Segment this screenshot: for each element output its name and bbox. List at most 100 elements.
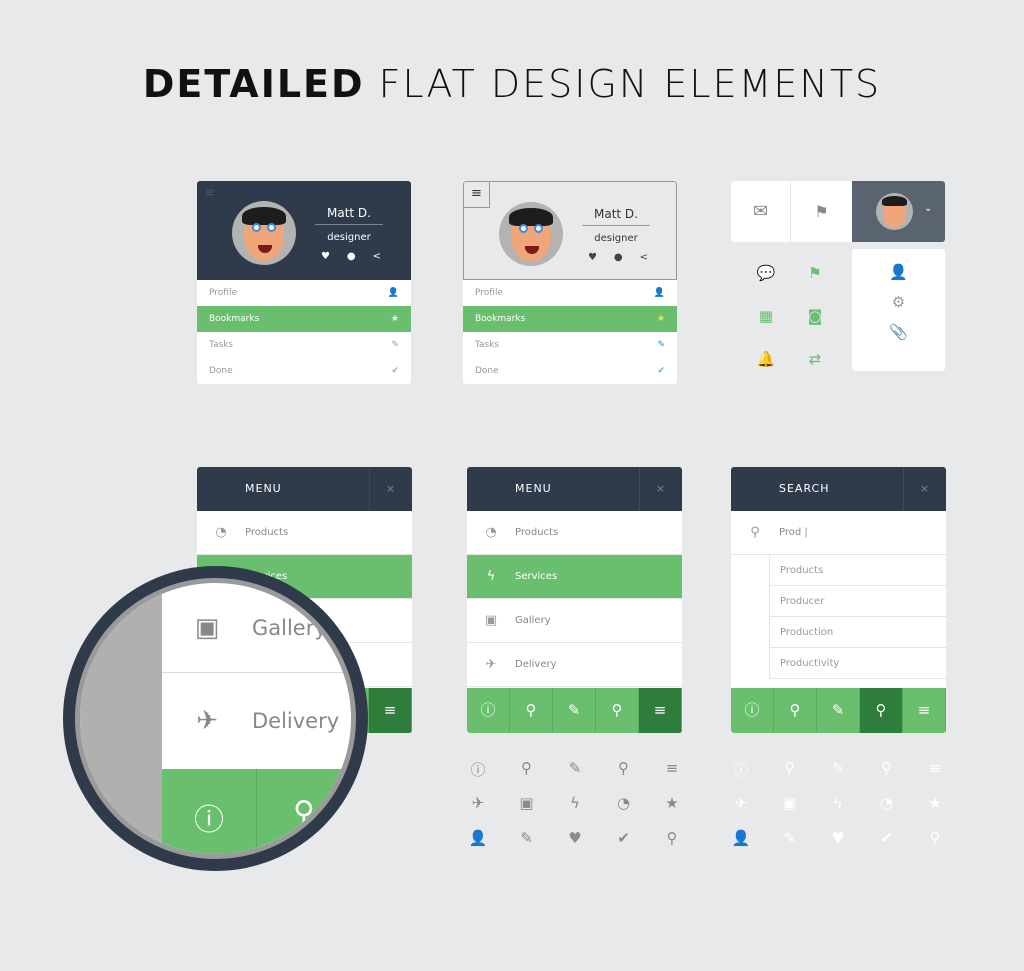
profile-role: designer [327, 232, 371, 243]
profile-name: Matt D. [315, 206, 383, 225]
pin-icon: ✎ [520, 829, 533, 847]
menu-item-icon: ◔ [485, 525, 497, 540]
menu-item-label: Delivery [515, 659, 557, 670]
user-icon: 👤 [731, 829, 751, 847]
pin-icon: ✎ [657, 340, 665, 350]
list-item-label: Bookmarks [209, 314, 260, 324]
image-icon: ▣ [782, 794, 797, 812]
search-input[interactable]: ⚲ Prod | [731, 511, 946, 555]
top-toolbar: ✉ ⚑ ⌄ [731, 181, 945, 242]
search-icon: ⚲ [881, 759, 892, 777]
menu-item-delivery[interactable]: ✈ Delivery [467, 643, 682, 687]
plane-icon: ✈ [471, 794, 485, 812]
star-icon: ★ [928, 794, 942, 812]
mail-icon[interactable]: ✉ [731, 181, 791, 242]
flag-icon[interactable]: ⚑ [791, 181, 852, 242]
search-suggestion[interactable]: Producer [769, 586, 946, 617]
menu-button[interactable]: ≡ [903, 688, 946, 733]
menu-item-icon: ▣ [484, 613, 498, 628]
flag-icon[interactable]: ⚑ [803, 264, 827, 282]
pin-icon: ✎ [783, 829, 796, 847]
menu-item-icon: ϟ [486, 569, 496, 584]
user-icon[interactable]: 👤 [852, 263, 945, 281]
menu-icon: ≡ [665, 759, 679, 777]
lightning-icon: ϟ [833, 794, 843, 812]
star-icon: ★ [656, 314, 665, 324]
comment-icon[interactable]: ● [347, 251, 356, 262]
info-icon: ⓘ [733, 761, 749, 779]
hamburger-icon[interactable]: ≡ [464, 182, 490, 208]
share-icon[interactable]: < [640, 252, 648, 263]
camera-icon[interactable]: ◙ [803, 307, 827, 325]
search-suggestion[interactable]: Production [769, 617, 946, 648]
list-item-tasks[interactable]: Tasks ✎ [197, 332, 411, 358]
chat-icon[interactable]: 💬 [754, 264, 778, 282]
list-item-done[interactable]: Done ✔ [197, 358, 411, 384]
swap-icon[interactable]: ⇄ [803, 350, 827, 368]
hamburger-icon[interactable]: ≡ [204, 185, 214, 199]
list-item-profile[interactable]: Profile 👤 [463, 280, 677, 306]
close-icon[interactable]: × [903, 467, 946, 511]
check-icon: ✔ [657, 366, 665, 376]
info-button[interactable]: ⓘ [731, 688, 774, 733]
pencil-button[interactable]: ✎ [553, 688, 596, 733]
comment-icon[interactable]: ● [614, 252, 623, 263]
paperclip-icon: ◔ [879, 794, 894, 812]
search-button[interactable]: ⚲ [596, 688, 639, 733]
star-icon: ★ [665, 794, 679, 812]
list-item-profile[interactable]: Profile 👤 [197, 280, 411, 306]
close-icon[interactable]: × [639, 467, 682, 511]
list-item-label: Done [475, 366, 499, 376]
list-item-label: Profile [209, 288, 237, 298]
info-button[interactable]: ⓘ [467, 688, 510, 733]
heart-icon[interactable]: ♥ [588, 252, 597, 263]
list-item-bookmarks[interactable]: Bookmarks ★ [463, 306, 677, 332]
location-pin-button[interactable]: ⚲ [510, 688, 553, 733]
profile-name: Matt D. [582, 207, 650, 226]
menu-item-gallery[interactable]: ▣ Gallery [467, 599, 682, 643]
paperclip-icon[interactable]: 📎 [852, 323, 945, 341]
star-icon: ★ [390, 314, 399, 324]
info-icon: ⓘ [162, 769, 257, 854]
search-suggestion[interactable]: Products [769, 555, 946, 586]
pencil-icon: ✎ [568, 759, 582, 777]
list-item-bookmarks[interactable]: Bookmarks ★ [197, 306, 411, 332]
bell-icon[interactable]: 🔔 [754, 350, 778, 368]
menu-item-products[interactable]: ◔ Products [467, 511, 682, 555]
gears-icon[interactable]: ⚙ [852, 293, 945, 311]
menu-item-label: Gallery [515, 615, 551, 626]
menu-item-icon: ◔ [215, 525, 227, 540]
menu-button[interactable]: ≡ [639, 688, 682, 733]
menu-item-products[interactable]: ◔ Products [197, 511, 412, 555]
list-item-label: Done [209, 366, 233, 376]
profile-card-light: ≡ Matt D. designer ♥ ● < Profile 👤 Bookmarks… [463, 181, 677, 384]
search-panel: SEARCH × ⚲ Prod | Products Producer Production… [731, 467, 946, 733]
gallery-icon: ▣ [194, 612, 220, 643]
search-icon: ⚲ [750, 525, 760, 540]
location-pin-icon: ⚲ [293, 795, 315, 830]
menu-title: SEARCH [779, 482, 830, 495]
menu-button[interactable]: ≡ [369, 688, 412, 733]
heart-icon[interactable]: ♥ [321, 251, 330, 262]
menu-footer-toolbar: ⓘ⚲✎⚲≡ [731, 688, 946, 733]
share-icon[interactable]: < [373, 251, 381, 262]
list-item-done[interactable]: Done ✔ [463, 358, 677, 384]
list-item-tasks[interactable]: Tasks ✎ [463, 332, 677, 358]
list-item-label: Bookmarks [475, 314, 526, 324]
close-icon[interactable]: × [369, 467, 412, 511]
search-input-value[interactable]: Prod | [779, 527, 808, 538]
search-suggestion[interactable]: Productivity [769, 648, 946, 679]
location-pin-button[interactable]: ⚲ [774, 688, 817, 733]
heart-icon: ♥ [831, 829, 845, 847]
user-menu-button[interactable]: ⌄ [852, 181, 945, 242]
pencil-button[interactable]: ✎ [817, 688, 860, 733]
user-dropdown: 👤 ⚙ 📎 [852, 249, 945, 371]
check-icon: ✔ [880, 829, 893, 847]
calendar-icon[interactable]: ▦ [754, 307, 778, 325]
check-icon: ✔ [391, 366, 399, 376]
list-item-label: Tasks [209, 340, 234, 350]
menu-panel-2: MENU × ◔ Products ϟ Services ▣ Gallery ✈ Delivery… [467, 467, 682, 733]
search-icon: ⚲ [618, 759, 629, 777]
menu-item-services[interactable]: ϟ Services [467, 555, 682, 599]
search-button[interactable]: ⚲ [860, 688, 903, 733]
